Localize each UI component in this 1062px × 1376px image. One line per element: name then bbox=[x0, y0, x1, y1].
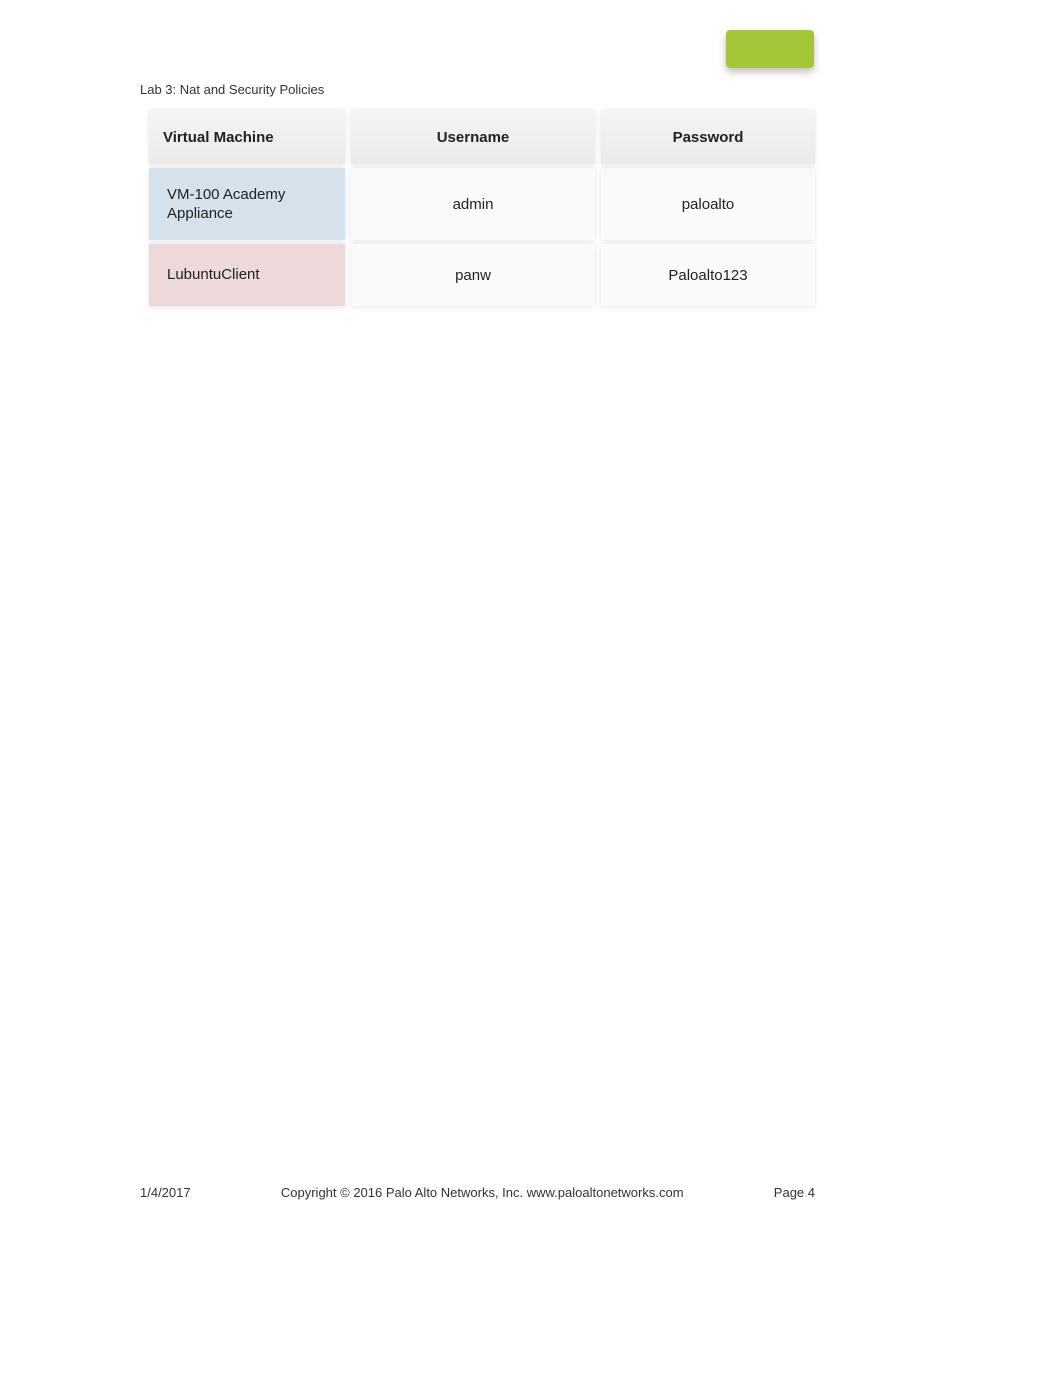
table-row: VM-100 Academy Appliance admin paloalto bbox=[146, 166, 818, 242]
cell-vm-text: LubuntuClient bbox=[167, 265, 260, 285]
page-footer: 1/4/2017 Copyright © 2016 Palo Alto Netw… bbox=[140, 1185, 815, 1200]
table-header-row: Virtual Machine Username Password bbox=[146, 108, 818, 166]
cell-vm: LubuntuClient bbox=[149, 244, 345, 306]
credentials-table: Virtual Machine Username Password VM-100… bbox=[146, 108, 818, 308]
cell-username: panw bbox=[351, 244, 595, 306]
footer-date: 1/4/2017 bbox=[140, 1185, 191, 1200]
cell-password: Paloalto123 bbox=[601, 244, 815, 306]
column-header-username: Username bbox=[351, 110, 595, 164]
page-title: Lab 3: Nat and Security Policies bbox=[140, 82, 324, 97]
cell-password: paloalto bbox=[601, 168, 815, 240]
cell-vm: VM-100 Academy Appliance bbox=[149, 168, 345, 240]
footer-copyright: Copyright © 2016 Palo Alto Networks, Inc… bbox=[191, 1185, 774, 1200]
cell-username: admin bbox=[351, 168, 595, 240]
cell-vm-text: VM-100 Academy Appliance bbox=[167, 185, 327, 224]
column-header-password: Password bbox=[601, 110, 815, 164]
table-row: LubuntuClient panw Paloalto123 bbox=[146, 242, 818, 308]
footer-page-number: Page 4 bbox=[774, 1185, 815, 1200]
column-header-vm: Virtual Machine bbox=[149, 110, 345, 164]
header-button bbox=[726, 30, 814, 68]
